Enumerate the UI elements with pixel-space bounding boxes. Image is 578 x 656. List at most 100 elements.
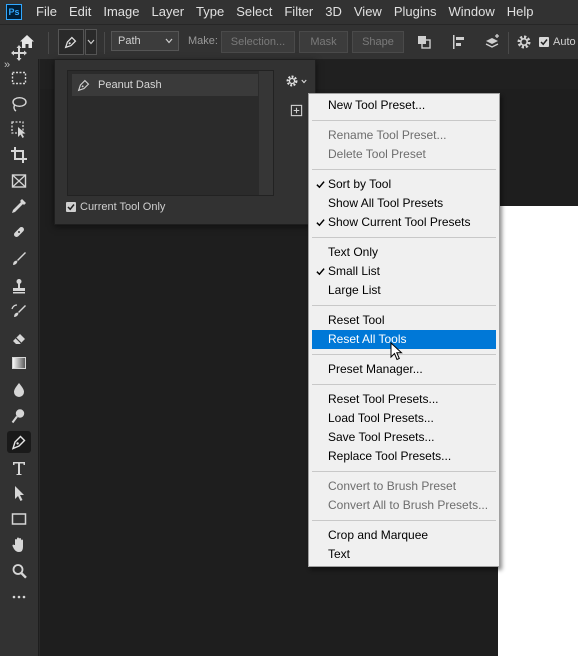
menu-item-sort-by-tool[interactable]: Sort by Tool: [312, 175, 496, 194]
blur-tool[interactable]: [7, 379, 31, 401]
path-alignment-button[interactable]: [450, 33, 468, 51]
menu-item-convert-all-to-brush-presets[interactable]: Convert All to Brush Presets...: [312, 496, 496, 515]
make-selection-button[interactable]: Selection...: [221, 31, 295, 53]
menu-type[interactable]: Type: [190, 0, 230, 24]
menu-filter[interactable]: Filter: [278, 0, 319, 24]
menu-3d[interactable]: 3D: [319, 0, 348, 24]
preset-panel-menu-button[interactable]: [285, 72, 307, 90]
dodge-tool[interactable]: [7, 405, 31, 427]
menu-item-new-tool-preset[interactable]: New Tool Preset...: [312, 96, 496, 115]
path-arrangement-button[interactable]: [482, 32, 502, 52]
menu-item-reset-all-tools[interactable]: Reset All Tools: [312, 330, 496, 349]
menu-view[interactable]: View: [348, 0, 388, 24]
path-operations-button[interactable]: [415, 33, 433, 51]
path-selection-tool[interactable]: [7, 482, 31, 504]
menu-item-reset-tool[interactable]: Reset Tool: [312, 311, 496, 330]
menu-separator: [312, 237, 496, 238]
brush-icon: [13, 252, 26, 265]
menu-item-reset-tool-presets[interactable]: Reset Tool Presets...: [312, 390, 496, 409]
rectangle-tool[interactable]: [7, 508, 31, 530]
bandage-icon: [14, 227, 24, 237]
chevron-down-icon: [301, 79, 307, 83]
menu-help[interactable]: Help: [501, 0, 540, 24]
arrange-icon: [485, 34, 499, 48]
menu-item-label: Save Tool Presets...: [328, 430, 435, 444]
chevron-down-icon: [165, 38, 173, 44]
clone-stamp-tool[interactable]: [7, 275, 31, 297]
menu-item-small-list[interactable]: Small List: [312, 262, 496, 281]
auto-add-delete-checkbox[interactable]: [539, 37, 549, 47]
tools-panel: »: [0, 45, 39, 656]
preset-list-scrollbar[interactable]: [259, 71, 273, 195]
make-mask-button[interactable]: Mask: [299, 31, 348, 53]
auto-add-delete-option[interactable]: Auto: [539, 36, 576, 48]
gradient-tool[interactable]: [7, 352, 31, 374]
menu-item-crop-and-marquee[interactable]: Crop and Marquee: [312, 526, 496, 545]
eyedropper-tool[interactable]: [7, 195, 31, 217]
brush-tool[interactable]: [7, 248, 31, 270]
marquee-tool[interactable]: [7, 67, 31, 89]
pen-tool[interactable]: [7, 431, 31, 453]
frame-tool[interactable]: [7, 170, 31, 192]
make-shape-button[interactable]: Shape: [352, 31, 404, 53]
make-label: Make:: [188, 35, 218, 47]
pen-mode-dropdown[interactable]: Path: [111, 31, 179, 51]
menu-item-preset-manager[interactable]: Preset Manager...: [312, 360, 496, 379]
menu-item-rename-tool-preset[interactable]: Rename Tool Preset...: [312, 126, 496, 145]
tool-preset-picker[interactable]: [58, 29, 98, 55]
marquee-icon: [11, 71, 27, 85]
healing-brush-tool[interactable]: [7, 221, 31, 243]
menu-item-load-tool-presets[interactable]: Load Tool Presets...: [312, 409, 496, 428]
lasso-icon: [12, 96, 27, 112]
menu-item-label: Convert All to Brush Presets...: [328, 498, 489, 512]
menu-plugins[interactable]: Plugins: [388, 0, 443, 24]
options-divider: [508, 32, 509, 54]
menu-separator: [312, 384, 496, 385]
frame-icon: [11, 174, 27, 188]
menu-item-label: Load Tool Presets...: [328, 411, 434, 425]
hand-tool[interactable]: [7, 534, 31, 556]
document-canvas[interactable]: [498, 206, 578, 656]
menu-item-convert-to-brush-preset[interactable]: Convert to Brush Preset: [312, 477, 496, 496]
menu-item-show-all-tool-presets[interactable]: Show All Tool Presets: [312, 194, 496, 213]
move-tool[interactable]: [7, 42, 31, 64]
menu-image[interactable]: Image: [97, 0, 145, 24]
menu-separator: [312, 305, 496, 306]
menu-separator: [312, 120, 496, 121]
path-operations-icon: [418, 36, 431, 49]
type-tool[interactable]: [7, 457, 31, 479]
history-brush-tool[interactable]: [7, 301, 31, 323]
preset-item[interactable]: Peanut Dash: [72, 74, 258, 96]
crop-tool[interactable]: [7, 144, 31, 166]
lasso-tool[interactable]: [7, 93, 31, 115]
gear-icon: [286, 75, 298, 87]
menu-item-save-tool-presets[interactable]: Save Tool Presets...: [312, 428, 496, 447]
menu-separator: [312, 471, 496, 472]
more-tools[interactable]: [7, 586, 31, 608]
new-preset-button[interactable]: [290, 104, 304, 118]
menu-item-delete-tool-preset[interactable]: Delete Tool Preset: [312, 145, 496, 164]
menu-item-label: Show All Tool Presets: [328, 196, 444, 210]
eraser-tool[interactable]: [7, 327, 31, 349]
current-tool-only-checkbox[interactable]: [66, 202, 76, 212]
menu-item-text[interactable]: Text: [312, 545, 496, 564]
menu-item-show-current-tool-presets[interactable]: Show Current Tool Presets: [312, 213, 496, 232]
checkmark-icon: [316, 213, 326, 232]
options-bar: Path Make: Selection... Mask Shape Auto: [0, 24, 578, 59]
menu-window[interactable]: Window: [442, 0, 500, 24]
menu-item-replace-tool-presets[interactable]: Replace Tool Presets...: [312, 447, 496, 466]
blur-icon: [14, 383, 24, 397]
menu-edit[interactable]: Edit: [63, 0, 97, 24]
zoom-tool[interactable]: [7, 560, 31, 582]
dodge-icon: [11, 409, 25, 424]
menu-select[interactable]: Select: [230, 0, 278, 24]
menu-layer[interactable]: Layer: [146, 0, 191, 24]
object-selection-tool[interactable]: [7, 118, 31, 140]
menu-file[interactable]: File: [30, 0, 63, 24]
settings-button[interactable]: [515, 33, 533, 51]
menu-item-text-only[interactable]: Text Only: [312, 243, 496, 262]
menu-item-label: Delete Tool Preset: [328, 147, 426, 161]
menu-item-large-list[interactable]: Large List: [312, 281, 496, 300]
current-tool-only-option[interactable]: Current Tool Only: [66, 201, 165, 213]
menu-separator: [312, 354, 496, 355]
